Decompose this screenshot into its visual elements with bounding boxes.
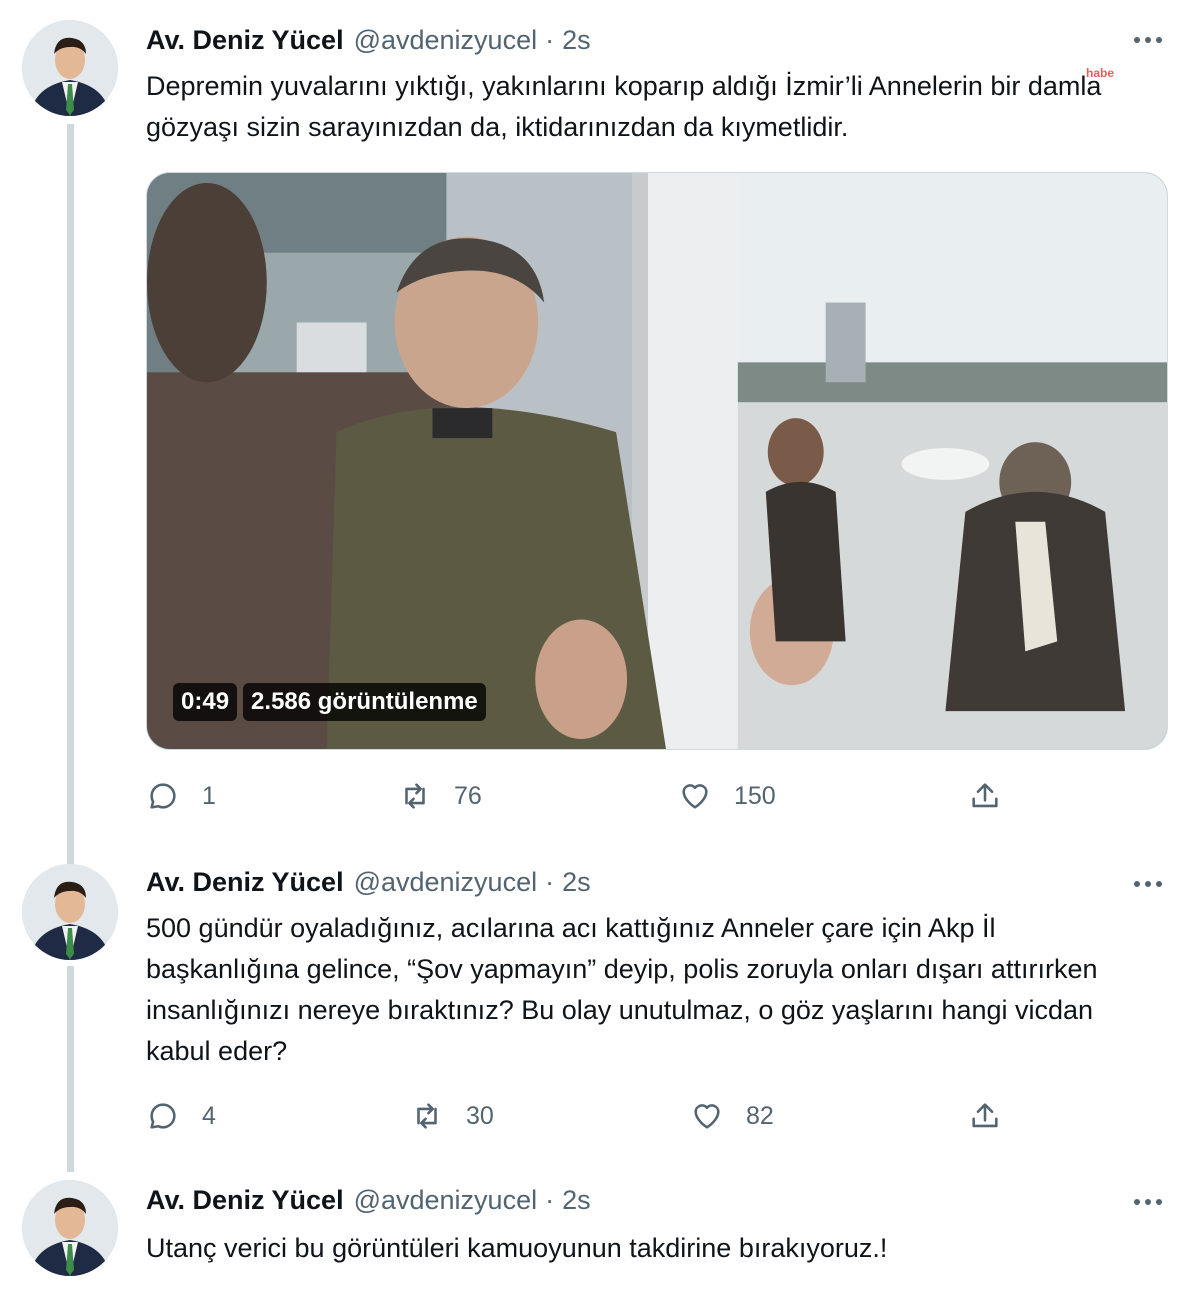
like-count: 150: [734, 781, 776, 810]
author-handle[interactable]: @avdenizyucel: [354, 1185, 538, 1216]
separator-dot: ·: [545, 866, 555, 897]
separator-dot: ·: [545, 24, 555, 55]
reply-button[interactable]: 1: [146, 774, 216, 818]
tweet-text: Utanç verici bu görüntüleri kamuoyunun t…: [146, 1233, 888, 1263]
like-count: 82: [746, 1101, 774, 1130]
reply-count: 4: [202, 1101, 216, 1130]
tweet-time[interactable]: 2s: [562, 25, 591, 56]
avatar[interactable]: [22, 20, 118, 116]
author-name[interactable]: Av. Deniz Yücel: [146, 25, 344, 56]
tweet-actions: 4 30 82: [146, 1094, 1046, 1138]
author-handle[interactable]: @avdenizyucel: [354, 867, 538, 898]
more-options-button[interactable]: [1128, 864, 1168, 904]
reply-bubble-icon: [150, 1103, 176, 1129]
author-handle[interactable]: @avdenizyucel: [354, 25, 538, 56]
share-upload-icon: [972, 1103, 998, 1128]
reply-count: 1: [202, 781, 216, 810]
thread-connector: [67, 966, 74, 1172]
tweet-text: 500 gündür oyaladığınız, acılarına acı k…: [146, 913, 1098, 1066]
more-horizontal-icon: [1134, 881, 1162, 887]
thread-connector: [67, 124, 74, 866]
retweet-arrows-icon: [417, 1103, 437, 1129]
heart-outline-icon: [682, 784, 708, 809]
retweet-arrows-icon: [405, 783, 425, 809]
video-player[interactable]: 0:49 2.586 görüntülenme: [146, 172, 1168, 750]
share-button[interactable]: [968, 1094, 1002, 1138]
tweet-actions: 1 76 150: [146, 774, 1046, 818]
heart-outline-icon: [694, 1104, 720, 1129]
like-button[interactable]: 82: [690, 1094, 774, 1138]
reply-button[interactable]: 4: [146, 1094, 216, 1138]
avatar[interactable]: [22, 1180, 118, 1276]
video-overlay: 0:49 2.586 görüntülenme: [173, 683, 486, 721]
more-horizontal-icon: [1134, 37, 1162, 43]
tweet-text: Depremin yuvalarını yıktığı, yakınlarını…: [146, 71, 1102, 142]
watermark: habe: [1086, 66, 1115, 80]
video-duration: 0:49: [173, 683, 238, 721]
more-horizontal-icon: [1134, 1199, 1162, 1205]
tweet-header: Av. Deniz Yücel @avdenizyucel · 2s: [146, 1180, 591, 1220]
retweet-count: 76: [454, 781, 482, 810]
retweet-count: 30: [466, 1101, 494, 1130]
separator-dot: ·: [545, 1184, 555, 1215]
tweet-header: Av. Deniz Yücel @avdenizyucel · 2s: [146, 20, 591, 60]
like-button[interactable]: 150: [678, 774, 776, 818]
tweet-header: Av. Deniz Yücel @avdenizyucel · 2s: [146, 862, 591, 902]
more-options-button[interactable]: [1128, 1182, 1168, 1222]
more-options-button[interactable]: [1128, 20, 1168, 60]
video-views: 2.586 görüntülenme: [243, 683, 486, 721]
video-frame: [147, 173, 1167, 749]
author-name[interactable]: Av. Deniz Yücel: [146, 1185, 344, 1216]
share-upload-icon: [972, 783, 998, 808]
tweet-time[interactable]: 2s: [562, 867, 591, 898]
retweet-button[interactable]: 30: [410, 1094, 494, 1138]
retweet-button[interactable]: 76: [398, 774, 482, 818]
tweet-time[interactable]: 2s: [562, 1185, 591, 1216]
share-button[interactable]: [968, 774, 1002, 818]
avatar[interactable]: [22, 864, 118, 960]
author-name[interactable]: Av. Deniz Yücel: [146, 867, 344, 898]
reply-bubble-icon: [150, 783, 176, 809]
